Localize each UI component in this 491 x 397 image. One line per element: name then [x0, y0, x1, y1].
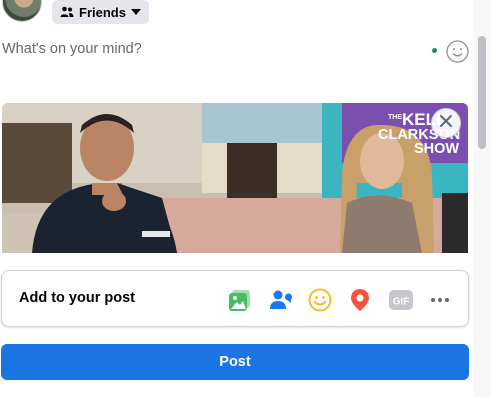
tag-people-icon[interactable] [268, 287, 294, 313]
remove-photo-button[interactable] [431, 108, 461, 138]
emoji-picker-icon[interactable] [446, 40, 469, 63]
audience-selector-button[interactable]: Friends [52, 0, 149, 24]
gif-icon[interactable]: GIF [387, 287, 415, 313]
show-logo-show: SHOW [414, 141, 459, 157]
show-logo-the: THE [388, 114, 402, 121]
gif-icon-text: GIF [393, 297, 410, 308]
avatar[interactable] [2, 0, 42, 22]
feeling-icon[interactable] [307, 287, 333, 313]
scrollbar-thumb[interactable] [478, 36, 486, 149]
close-icon [439, 114, 453, 133]
check-in-icon[interactable] [347, 287, 373, 313]
post-text-input[interactable]: What's on your mind? [2, 41, 142, 57]
add-to-post-label: Add to your post [19, 290, 135, 306]
photo-video-icon[interactable] [227, 287, 253, 313]
add-to-post-panel: Add to your post GIF [1, 270, 469, 327]
more-icon[interactable] [427, 287, 453, 313]
status-dot [432, 48, 437, 53]
post-button[interactable]: Post [1, 344, 469, 380]
friends-icon [60, 6, 74, 18]
audience-label: Friends [79, 4, 126, 20]
attached-photo: THE KELLY CLARKSON SHOW [2, 103, 468, 253]
caret-down-icon [130, 9, 141, 15]
